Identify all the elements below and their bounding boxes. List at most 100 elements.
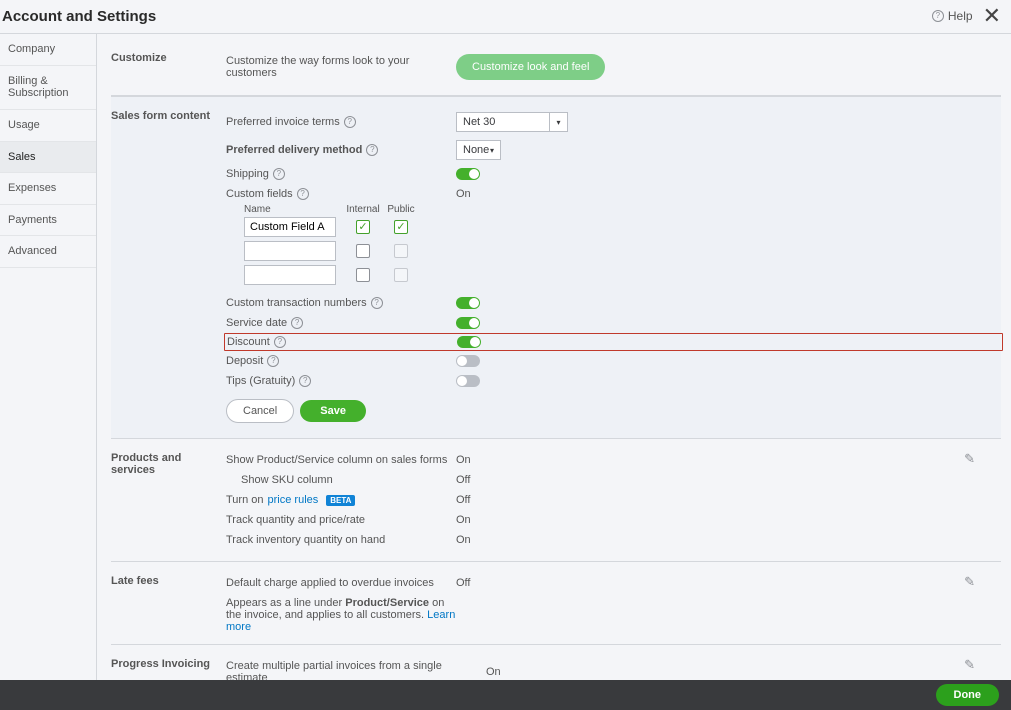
price-rules-link[interactable]: price rules [268, 494, 319, 506]
custom-field-name-input[interactable] [244, 265, 336, 285]
cf-col-public: Public [382, 204, 420, 215]
modal-header: Account and Settings ? Help ✕ [0, 0, 1011, 34]
close-icon[interactable]: ✕ [981, 5, 1003, 27]
price-rules-label: Turn on price rules BETA [226, 494, 456, 506]
help-label: Help [948, 9, 973, 23]
shipping-toggle[interactable] [456, 168, 480, 180]
customize-look-button[interactable]: Customize look and feel [456, 54, 605, 80]
help-icon: ? [932, 10, 944, 22]
section-title-customize: Customize [111, 50, 226, 84]
help-icon[interactable]: ? [291, 317, 303, 329]
track-inv-label: Track inventory quantity on hand [226, 534, 456, 546]
delivery-method-select[interactable]: None ▾ [456, 140, 501, 160]
custom-field-name-input[interactable] [244, 241, 336, 261]
late-fees-desc: Appears as a line under Product/Service … [226, 593, 456, 633]
custom-field-row [226, 239, 1001, 263]
sidebar-item-advanced[interactable]: Advanced [0, 236, 96, 268]
sidebar-item-company[interactable]: Company [0, 34, 96, 66]
cf-col-name: Name [244, 204, 344, 215]
page-title: Account and Settings [2, 8, 156, 25]
beta-badge: BETA [326, 495, 355, 506]
service-date-label: Service date ? [226, 317, 456, 329]
help-icon[interactable]: ? [344, 116, 356, 128]
sidebar-item-expenses[interactable]: Expenses [0, 173, 96, 205]
sidebar-item-usage[interactable]: Usage [0, 110, 96, 142]
header-actions: ? Help ✕ [932, 5, 1003, 27]
help-icon[interactable]: ? [267, 355, 279, 367]
custom-field-internal-checkbox[interactable] [356, 244, 370, 258]
custom-field-row [226, 263, 1001, 293]
cf-col-internal: Internal [344, 204, 382, 215]
preferred-terms-select[interactable]: Net 30 ▾ [456, 112, 568, 132]
help-link[interactable]: ? Help [932, 9, 973, 23]
custom-fields-label: Custom fields ? [226, 188, 456, 200]
section-products-services: Products and services Show Product/Servi… [111, 439, 1001, 562]
tips-label: Tips (Gratuity) ? [226, 375, 456, 387]
sidebar-item-sales[interactable]: Sales [0, 142, 96, 174]
custom-fields-header: Name Internal Public [226, 204, 1001, 215]
custom-field-public-checkbox [394, 244, 408, 258]
section-late-fees: Late fees Default charge applied to over… [111, 562, 1001, 645]
help-icon[interactable]: ? [366, 144, 378, 156]
help-icon[interactable]: ? [297, 188, 309, 200]
custom-field-internal-checkbox[interactable] [356, 268, 370, 282]
service-date-toggle[interactable] [456, 317, 480, 329]
custom-field-internal-checkbox[interactable]: ✓ [356, 220, 370, 234]
progress-value: On [486, 666, 501, 678]
section-title-products: Products and services [111, 450, 226, 550]
custom-field-public-checkbox[interactable]: ✓ [394, 220, 408, 234]
content-scroll[interactable]: Customize Customize the way forms look t… [97, 34, 1011, 683]
section-sales-form-content: Sales form content Preferred invoice ter… [111, 96, 1001, 439]
help-icon[interactable]: ? [274, 336, 286, 348]
cancel-button[interactable]: Cancel [226, 399, 294, 423]
done-button[interactable]: Done [936, 684, 1000, 706]
late-fees-label: Default charge applied to overdue invoic… [226, 577, 456, 589]
help-icon[interactable]: ? [299, 375, 311, 387]
shipping-label: Shipping ? [226, 168, 456, 180]
deposit-toggle[interactable] [456, 355, 480, 367]
section-title-latefees: Late fees [111, 573, 226, 633]
custom-txn-toggle[interactable] [456, 297, 480, 309]
sidebar-item-billing[interactable]: Billing & Subscription [0, 66, 96, 110]
show-sku-value: Off [456, 474, 470, 486]
show-ps-value: On [456, 454, 471, 466]
section-title-progress: Progress Invoicing [111, 656, 226, 683]
sidebar-item-payments[interactable]: Payments [0, 205, 96, 237]
preferred-terms-value: Net 30 [463, 116, 495, 128]
section-customize: Customize Customize the way forms look t… [111, 34, 1001, 96]
price-rules-value: Off [456, 494, 470, 506]
discount-toggle[interactable] [457, 336, 481, 348]
settings-sidebar: Company Billing & Subscription Usage Sal… [0, 34, 97, 683]
track-inv-value: On [456, 534, 471, 546]
discount-label: Discount ? [227, 336, 457, 348]
custom-field-name-input[interactable] [244, 217, 336, 237]
delivery-method-label: Preferred delivery method ? [226, 144, 456, 156]
section-progress-invoicing: Progress Invoicing Create multiple parti… [111, 645, 1001, 683]
discount-highlight: Discount ? [224, 333, 1003, 351]
custom-fields-on: On [456, 188, 471, 200]
content: Customize Customize the way forms look t… [97, 34, 1011, 683]
edit-pencil-icon[interactable]: ✎ [964, 657, 975, 673]
help-icon[interactable]: ? [371, 297, 383, 309]
show-sku-label: Show SKU column [226, 474, 456, 486]
deposit-label: Deposit ? [226, 355, 456, 367]
track-qty-value: On [456, 514, 471, 526]
save-button[interactable]: Save [300, 400, 366, 422]
main-area: Company Billing & Subscription Usage Sal… [0, 34, 1011, 683]
modal-footer: Done [0, 680, 1011, 710]
chevron-down-icon: ▾ [549, 113, 567, 131]
edit-pencil-icon[interactable]: ✎ [964, 451, 975, 467]
custom-txn-label: Custom transaction numbers ? [226, 297, 456, 309]
edit-pencil-icon[interactable]: ✎ [964, 574, 975, 590]
section-title-salesform: Sales form content [111, 108, 226, 427]
late-fees-value: Off [456, 577, 470, 589]
help-icon[interactable]: ? [273, 168, 285, 180]
chevron-down-icon: ▾ [490, 146, 494, 155]
customize-desc: Customize the way forms look to your cus… [226, 55, 456, 79]
track-qty-label: Track quantity and price/rate [226, 514, 456, 526]
show-ps-label: Show Product/Service column on sales for… [226, 454, 456, 466]
preferred-terms-label: Preferred invoice terms ? [226, 116, 456, 128]
tips-toggle[interactable] [456, 375, 480, 387]
custom-field-row: ✓ ✓ [226, 215, 1001, 239]
custom-field-public-checkbox [394, 268, 408, 282]
